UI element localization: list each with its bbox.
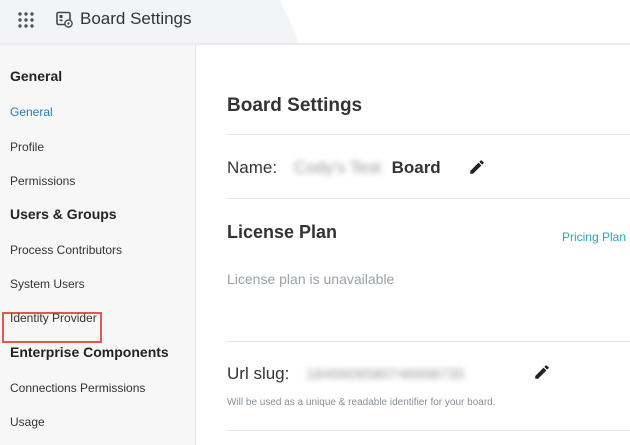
top-bar: Board Settings (0, 0, 630, 45)
sidebar-item-general[interactable]: General (10, 105, 53, 119)
sidebar-heading-users-groups: Users & Groups (10, 206, 117, 222)
license-plan-message: License plan is unavailable (227, 271, 395, 287)
license-plan-title: License Plan (227, 222, 338, 242)
sidebar-item-connections-permissions[interactable]: Connections Permissions (10, 381, 145, 395)
board-name-suffix: Board (391, 158, 441, 177)
sidebar-item-system-users[interactable]: System Users (10, 277, 85, 291)
sidebar-item-usage[interactable]: Usage (10, 415, 45, 429)
pricing-plan-link[interactable]: Pricing Plan (562, 230, 626, 244)
pencil-icon[interactable] (533, 363, 551, 381)
divider (227, 134, 630, 135)
board-settings-icon (56, 11, 73, 28)
board-name-row: Name: Cody's Test Board (227, 158, 441, 178)
pencil-icon[interactable] (468, 158, 486, 176)
url-slug-row: Url slug: 1846609580746998735 (227, 364, 465, 384)
page-title: Board Settings (227, 95, 363, 116)
app-title: Board Settings (80, 9, 192, 28)
board-name-blurred: Cody's Test (293, 158, 381, 177)
sidebar-item-identity-provider[interactable]: Identity Provider (10, 311, 97, 325)
url-slug-label: Url slug: (227, 364, 290, 383)
apps-grid-icon[interactable] (17, 11, 35, 29)
url-slug-blurred: 1846609580746998735 (306, 366, 465, 383)
main-content: Board Settings Name: Cody's Test Board L… (197, 45, 630, 445)
sidebar-item-permissions[interactable]: Permissions (10, 174, 75, 188)
divider (227, 198, 630, 199)
sidebar-heading-enterprise-components: Enterprise Components (10, 344, 169, 360)
divider (227, 341, 630, 342)
url-slug-hint: Will be used as a unique & readable iden… (227, 397, 496, 408)
sidebar-heading-general: General (10, 68, 63, 84)
divider (227, 430, 630, 431)
sidebar-item-profile[interactable]: Profile (10, 140, 44, 154)
name-label: Name: (227, 158, 278, 177)
settings-sidebar: General General Profile Permissions User… (0, 45, 196, 445)
sidebar-item-process-contributors[interactable]: Process Contributors (10, 243, 122, 257)
